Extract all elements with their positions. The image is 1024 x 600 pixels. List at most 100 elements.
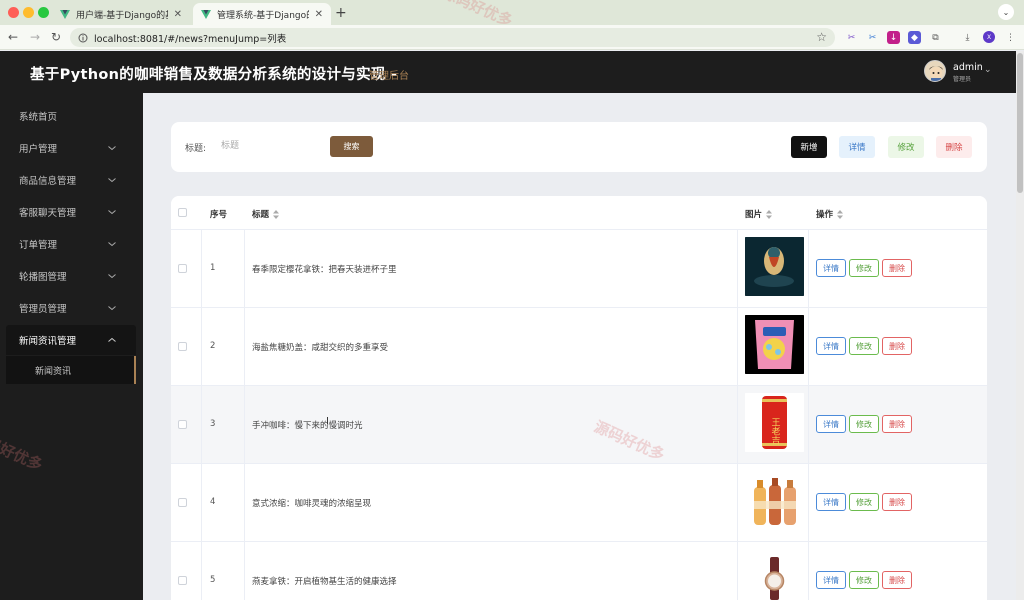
table-row[interactable]: 5 燕麦拿铁：开启植物基生活的健康选择 详情 修改 删除	[171, 542, 987, 600]
close-tab-icon[interactable]: ✕	[315, 9, 323, 20]
site-info-icon[interactable]	[78, 33, 88, 43]
puzzle-extension-icon[interactable]: ◆	[908, 31, 921, 44]
row-image[interactable]	[745, 549, 804, 600]
sidebar-item-home[interactable]: 系统首页	[6, 101, 136, 131]
column-header-ops[interactable]: 操作	[816, 208, 844, 220]
table-row[interactable]: 4 意式浓缩：咖啡灵魂的浓缩呈现 详情 修改 删除	[171, 464, 987, 542]
forward-arrow-icon[interactable]: →	[30, 30, 40, 44]
column-header-title[interactable]: 标题	[252, 208, 280, 220]
row-detail-button[interactable]: 详情	[816, 571, 846, 589]
tea-bottles-image	[745, 471, 804, 530]
scrollbar-thumb[interactable]	[1017, 53, 1023, 193]
sidebar-item-carousel[interactable]: 轮播图管理	[6, 261, 136, 291]
new-tab-button[interactable]: +	[335, 5, 347, 21]
add-button[interactable]: 新增	[791, 136, 827, 158]
row-title: 春季限定樱花拿铁：把春天装进杯子里	[252, 265, 397, 275]
bookmark-star-icon[interactable]: ☆	[816, 30, 827, 44]
profile-avatar[interactable]: X	[983, 31, 995, 43]
row-detail-button[interactable]: 详情	[816, 259, 846, 277]
row-delete-button[interactable]: 删除	[882, 259, 912, 277]
sort-icon[interactable]	[273, 210, 280, 219]
edit-button[interactable]: 修改	[888, 136, 924, 158]
sidebar-item-chat[interactable]: 客服聊天管理	[6, 197, 136, 227]
user-name[interactable]: admin	[953, 62, 983, 73]
window-close-dot[interactable]	[8, 7, 19, 18]
window-zoom-dot[interactable]	[38, 7, 49, 18]
row-image[interactable]	[745, 237, 804, 296]
row-edit-button[interactable]: 修改	[849, 259, 879, 277]
detail-button[interactable]: 详情	[839, 136, 875, 158]
row-edit-button[interactable]: 修改	[849, 415, 879, 433]
app-title: 基于Python的咖啡销售及数据分析系统的设计与实现 -	[30, 67, 398, 83]
row-checkbox[interactable]	[178, 498, 187, 507]
row-edit-button[interactable]: 修改	[849, 337, 879, 355]
row-index: 1	[210, 263, 216, 273]
search-button[interactable]: 搜索	[330, 136, 373, 157]
sidebar-item-admins[interactable]: 管理员管理	[6, 293, 136, 323]
user-role: 管理员	[953, 76, 972, 83]
row-edit-button[interactable]: 修改	[849, 571, 879, 589]
row-index: 3	[210, 419, 216, 429]
scissors-extension-icon[interactable]: ✂	[845, 31, 858, 44]
sidebar-subitem-news-list[interactable]: 新闻资讯	[6, 356, 136, 384]
row-detail-button[interactable]: 详情	[816, 337, 846, 355]
tab-search-chevron-icon[interactable]: ⌄	[998, 4, 1014, 20]
column-header-label: 序号	[210, 210, 228, 220]
chevron-down-icon	[108, 274, 116, 279]
sidebar-item-label: 新闻资讯管理	[19, 336, 77, 347]
downloads-icon[interactable]: ⤓	[961, 31, 974, 44]
browser-tab-user[interactable]: 用户端-基于Django的基于Pyt ✕	[52, 3, 190, 25]
row-checkbox[interactable]	[178, 576, 187, 585]
row-detail-button[interactable]: 详情	[816, 493, 846, 511]
row-delete-button[interactable]: 删除	[882, 571, 912, 589]
row-checkbox[interactable]	[178, 420, 187, 429]
sidebar-item-label: 管理员管理	[19, 304, 67, 315]
sidebar-item-users[interactable]: 用户管理	[6, 133, 136, 163]
chevron-down-icon	[108, 242, 116, 247]
row-checkbox[interactable]	[178, 264, 187, 273]
chevron-down-icon[interactable]: ⌄	[984, 65, 992, 75]
row-image[interactable]: 王老吉	[745, 393, 804, 452]
download-extension-icon[interactable]: ↓	[887, 31, 900, 44]
reload-icon[interactable]: ↻	[51, 30, 61, 44]
row-image[interactable]	[745, 471, 804, 530]
extensions-icon[interactable]: ⧉	[929, 31, 942, 44]
table-row[interactable]: 2 海盐焦糖奶盖：咸甜交织的多重享受 详情 修改 删除	[171, 308, 987, 386]
red-can-image: 王老吉	[745, 393, 804, 452]
table-row[interactable]: 3 手冲咖啡：慢下来的慢调时光 王老吉 详情 修改 删除	[171, 386, 987, 464]
sort-icon[interactable]	[766, 210, 773, 219]
sidebar-item-label: 订单管理	[19, 240, 58, 251]
sidebar-item-products[interactable]: 商品信息管理	[6, 165, 136, 195]
row-detail-button[interactable]: 详情	[816, 415, 846, 433]
window-minimize-dot[interactable]	[23, 7, 34, 18]
delete-button[interactable]: 删除	[936, 136, 972, 158]
cut-extension-icon[interactable]: ✂	[866, 31, 879, 44]
row-title: 海盐焦糖奶盖：咸甜交织的多重享受	[252, 343, 389, 353]
row-delete-button[interactable]: 删除	[882, 337, 912, 355]
table-header: 序号 标题 图片 操作	[171, 196, 987, 230]
avatar[interactable]	[924, 60, 946, 82]
sort-icon[interactable]	[837, 210, 844, 219]
select-all-checkbox[interactable]	[178, 208, 187, 217]
row-title: 燕麦拿铁：开启植物基生活的健康选择	[252, 577, 397, 587]
page-scrollbar[interactable]	[1016, 51, 1024, 600]
column-header-image[interactable]: 图片	[745, 208, 773, 220]
table-row[interactable]: 1 春季限定樱花拿铁：把春天装进杯子里 详情 修改 删除	[171, 230, 987, 308]
search-title-input[interactable]	[213, 135, 323, 157]
row-edit-button[interactable]: 修改	[849, 493, 879, 511]
sidebar-item-orders[interactable]: 订单管理	[6, 229, 136, 259]
address-bar[interactable]: localhost:8081/#/news?menuJump=列表 ☆	[70, 28, 835, 47]
row-image[interactable]	[745, 315, 804, 374]
column-header-label: 标题	[252, 210, 270, 220]
tab-title: 管理系统-基于Django的基于Py	[217, 10, 309, 21]
column-divider	[201, 196, 202, 600]
browser-menu-icon[interactable]: ⋮	[1004, 31, 1017, 44]
row-delete-button[interactable]: 删除	[882, 415, 912, 433]
back-arrow-icon[interactable]: ←	[8, 30, 18, 44]
row-checkbox[interactable]	[178, 342, 187, 351]
row-delete-button[interactable]: 删除	[882, 493, 912, 511]
close-tab-icon[interactable]: ✕	[174, 9, 182, 20]
browser-tab-admin[interactable]: 管理系统-基于Django的基于Py ✕	[193, 3, 331, 25]
sidebar-item-news[interactable]: 新闻资讯管理	[6, 325, 136, 355]
vue-logo-icon	[60, 9, 70, 19]
